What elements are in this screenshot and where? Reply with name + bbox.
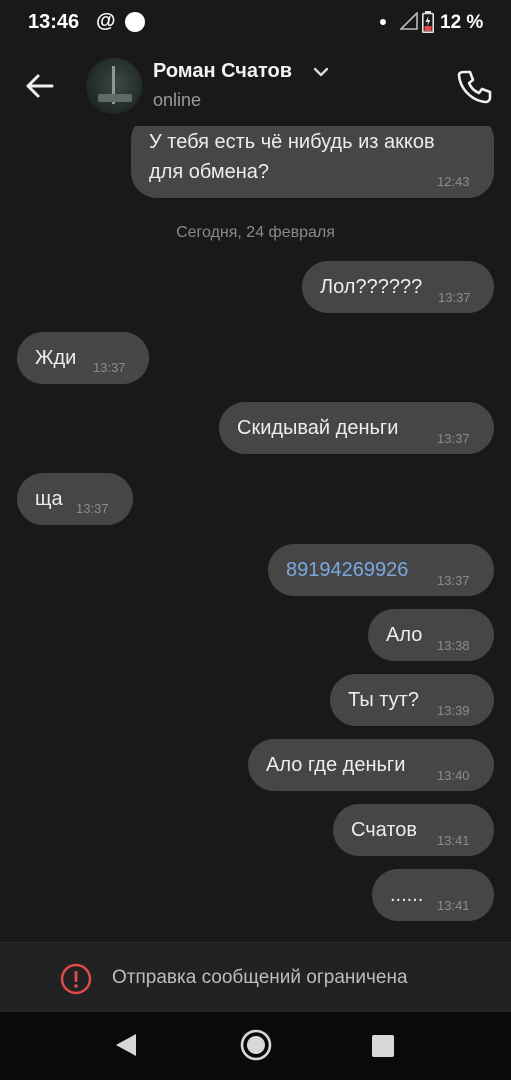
message-time: 12:43 bbox=[437, 174, 470, 189]
messaging-restricted-bar: Отправка сообщений ограничена bbox=[0, 942, 511, 1013]
status-time: 13:46 bbox=[28, 11, 80, 33]
system-nav-bar bbox=[0, 1012, 511, 1080]
phone-number-link[interactable]: 89194269926 bbox=[286, 556, 408, 584]
signal-icon bbox=[400, 12, 418, 30]
chat-header: Роман Счатов online bbox=[0, 44, 511, 126]
nav-recents-icon[interactable] bbox=[372, 1035, 394, 1057]
contact-name[interactable]: Роман Счатов bbox=[153, 60, 292, 83]
message-time: 13:40 bbox=[437, 768, 470, 783]
nav-home-icon[interactable] bbox=[239, 1028, 273, 1062]
phone-icon[interactable] bbox=[454, 66, 494, 106]
message-time: 13:37 bbox=[438, 290, 471, 305]
message-bubble-outgoing[interactable]: ...... 13:41 bbox=[372, 869, 494, 921]
date-separator: Сегодня, 24 февраля bbox=[176, 224, 335, 241]
message-text: Скидывай деньги bbox=[237, 417, 399, 439]
message-time: 13:37 bbox=[437, 573, 470, 588]
message-bubble-incoming[interactable]: ща 13:37 bbox=[17, 473, 133, 525]
restriction-notice: Отправка сообщений ограничена bbox=[112, 967, 408, 988]
message-time: 13:38 bbox=[437, 638, 470, 653]
avatar[interactable] bbox=[86, 58, 142, 114]
battery-icon bbox=[422, 11, 434, 33]
message-time: 13:41 bbox=[437, 833, 470, 848]
message-text: Счатов bbox=[351, 819, 418, 841]
message-bubble-outgoing[interactable]: 89194269926 13:37 bbox=[268, 544, 494, 596]
message-text: Ало bbox=[386, 624, 423, 646]
message-text: для обмена? bbox=[149, 161, 270, 183]
avatar-ship-hull bbox=[98, 94, 132, 102]
message-time: 13:37 bbox=[437, 431, 470, 446]
message-text: Жди bbox=[35, 347, 77, 369]
message-bubble-outgoing[interactable]: Ало где деньги 13:40 bbox=[248, 739, 494, 791]
battery-percent: 12 % bbox=[440, 12, 484, 33]
small-dot-icon bbox=[380, 19, 386, 25]
notification-dot-icon bbox=[125, 12, 145, 32]
message-bubble-incoming[interactable]: Жди 13:37 bbox=[17, 332, 149, 384]
message-text: ща bbox=[35, 488, 63, 510]
message-time: 13:39 bbox=[437, 703, 470, 718]
nav-back-icon[interactable] bbox=[114, 1032, 138, 1058]
message-text: Ало где деньги bbox=[266, 754, 406, 776]
message-text: У тебя есть чё нибудь из акков bbox=[149, 131, 435, 153]
at-notification-icon: @ bbox=[96, 10, 116, 32]
chevron-down-icon[interactable] bbox=[313, 66, 329, 78]
message-time: 13:37 bbox=[93, 360, 126, 375]
alert-circle-icon bbox=[60, 963, 92, 995]
message-text: ...... bbox=[390, 884, 424, 906]
message-bubble-outgoing[interactable]: Ты тут? 13:39 bbox=[330, 674, 494, 726]
arrow-left-icon[interactable] bbox=[20, 66, 60, 106]
message-bubble-outgoing[interactable]: Ало 13:38 bbox=[368, 609, 494, 661]
message-time: 13:37 bbox=[76, 501, 109, 516]
message-bubble-outgoing[interactable]: Лол?????? 13:37 bbox=[302, 261, 494, 313]
message-text: Лол?????? bbox=[320, 276, 423, 298]
message-time: 13:41 bbox=[437, 898, 470, 913]
message-bubble-outgoing[interactable]: Скидывай деньги 13:37 bbox=[219, 402, 494, 454]
message-bubble-outgoing[interactable]: Счатов 13:41 bbox=[333, 804, 494, 856]
status-bar: 13:46 @ 12 % bbox=[0, 0, 511, 44]
message-text: Ты тут? bbox=[348, 689, 419, 711]
message-bubble-outgoing[interactable]: У тебя есть чё нибудь из акков для обмен… bbox=[131, 114, 494, 198]
contact-status: online bbox=[153, 90, 202, 110]
